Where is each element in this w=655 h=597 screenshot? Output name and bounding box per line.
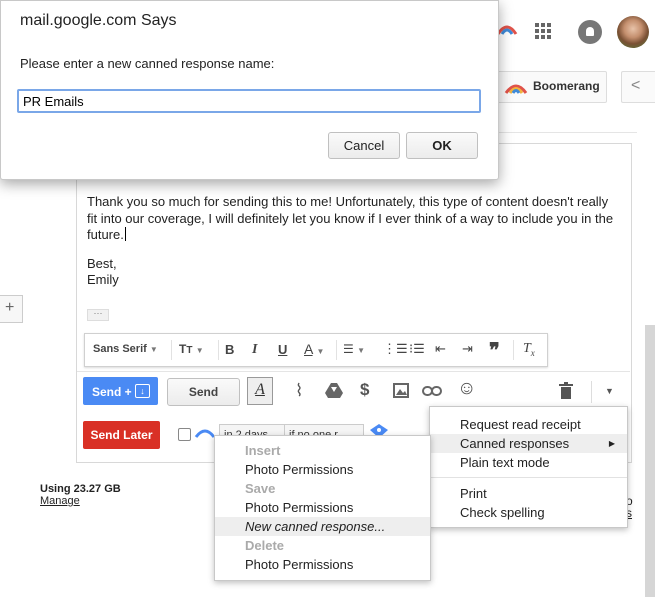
font-size-icon[interactable]: TT ▼ [179,342,204,356]
add-button[interactable]: + [0,295,23,323]
divider [513,340,514,360]
photo-icon[interactable] [393,383,409,398]
numbered-list-icon[interactable]: ⋮☰ [383,341,408,357]
signature-line: Best, [87,255,117,271]
divider [171,340,172,360]
divider [336,340,337,360]
text-color-icon[interactable]: A ▼ [304,341,324,357]
send-label: Send [188,385,219,399]
save-header: Save [245,481,276,496]
storage-usage: Using 23.27 GB [40,483,121,495]
insert-header: Insert [245,443,281,458]
align-icon[interactable]: ☰ ▼ [343,342,365,356]
divider [430,477,627,478]
italic-icon[interactable]: I [252,342,257,358]
scrollbar[interactable] [645,325,655,597]
save-photo-permissions[interactable]: Photo Permissions [215,498,430,517]
plus-icon: + [5,299,15,316]
underline-icon[interactable]: U [278,342,287,357]
delete-photo-permissions[interactable]: Photo Permissions [215,555,430,574]
send-plus-label: Send + [92,385,132,399]
ellipsis-icon: ··· [93,308,103,318]
send-button[interactable]: Send [167,378,240,406]
more-options-menu: Request read receipt Canned responses ▶ P… [429,406,628,528]
link-icon[interactable] [422,385,442,397]
prompt-dialog: mail.google.com Says Please enter a new … [0,0,499,180]
bold-icon[interactable]: B [225,342,234,357]
notifications-bell-icon[interactable] [578,20,602,44]
dialog-title: mail.google.com Says [20,12,177,29]
boomerang-icon [504,84,528,94]
clear-formatting-icon[interactable]: Tx [523,341,535,358]
drive-icon[interactable] [325,383,343,398]
show-trimmed-button[interactable]: ··· [87,309,109,321]
divider [497,132,637,133]
indent-less-icon[interactable]: ⇤ [435,341,446,357]
formatting-toolbar: Sans Serif ▼ TT ▼ B I U A ▼ ☰ ▼ ⋮☰ ⁝☰ ⇤ … [84,333,548,367]
menu-item-print[interactable]: Print [430,484,627,503]
formatting-options-icon[interactable]: A [247,377,273,405]
quote-icon[interactable]: ❞ [489,338,500,363]
send-plus-button[interactable]: Send + ↓ [83,377,158,405]
ok-button[interactable]: OK [406,132,478,159]
boomerang-logo-icon [496,22,518,36]
attach-icon[interactable]: ⌇ [295,381,303,401]
menu-item-check-spelling[interactable]: Check spelling [430,503,627,522]
body-line: Thank you so much for sending this to me… [87,194,609,209]
apps-grid-icon[interactable] [535,23,553,41]
compose-footer [77,371,630,372]
dialog-message: Please enter a new canned response name: [20,56,275,71]
cancel-button[interactable]: Cancel [328,132,400,159]
send-later-label: Send Later [90,428,153,442]
menu-item-request-read-receipt[interactable]: Request read receipt [430,415,627,434]
divider [591,381,592,403]
body-line: fit into our coverage, I will definitely… [87,210,614,226]
divider [218,340,219,360]
body-line: future. [87,227,126,242]
signature-line: Emily [87,272,119,287]
boomerang-small-icon [194,429,216,438]
font-select[interactable]: Sans Serif ▼ [93,343,158,355]
emoji-icon[interactable]: ☺ [457,378,476,400]
schedule-icon: ↓ [135,384,150,398]
chevron-left-icon: < [631,77,641,94]
text-cursor [124,227,126,241]
manage-storage-link[interactable]: Manage [40,495,80,507]
submenu-arrow-icon: ▶ [608,439,615,448]
bulleted-list-icon[interactable]: ⁝☰ [409,341,425,357]
menu-item-plain-text-mode[interactable]: Plain text mode [430,453,627,472]
more-options-arrow-icon[interactable]: ▼ [605,386,614,396]
avatar[interactable] [617,16,649,48]
dropdown-arrow-icon: ▼ [149,345,158,354]
boomerang-button[interactable]: Boomerang [497,71,607,103]
canned-response-name-input[interactable] [17,89,481,113]
email-body[interactable]: Thank you so much for sending this to me… [87,194,627,289]
menu-item-canned-responses[interactable]: Canned responses ▶ [430,434,627,453]
money-icon[interactable]: $ [360,380,369,400]
canned-responses-menu: Insert Photo Permissions Save Photo Perm… [214,435,431,581]
boomerang-label: Boomerang [533,79,600,93]
send-later-button[interactable]: Send Later [83,421,160,449]
trash-icon[interactable] [559,382,573,399]
insert-photo-permissions[interactable]: Photo Permissions [215,460,430,479]
indent-more-icon[interactable]: ⇥ [462,341,473,357]
boomerang-checkbox[interactable] [178,428,191,441]
new-canned-response[interactable]: New canned response... [215,517,430,536]
delete-header: Delete [245,538,285,553]
older-button[interactable]: < [621,71,655,103]
